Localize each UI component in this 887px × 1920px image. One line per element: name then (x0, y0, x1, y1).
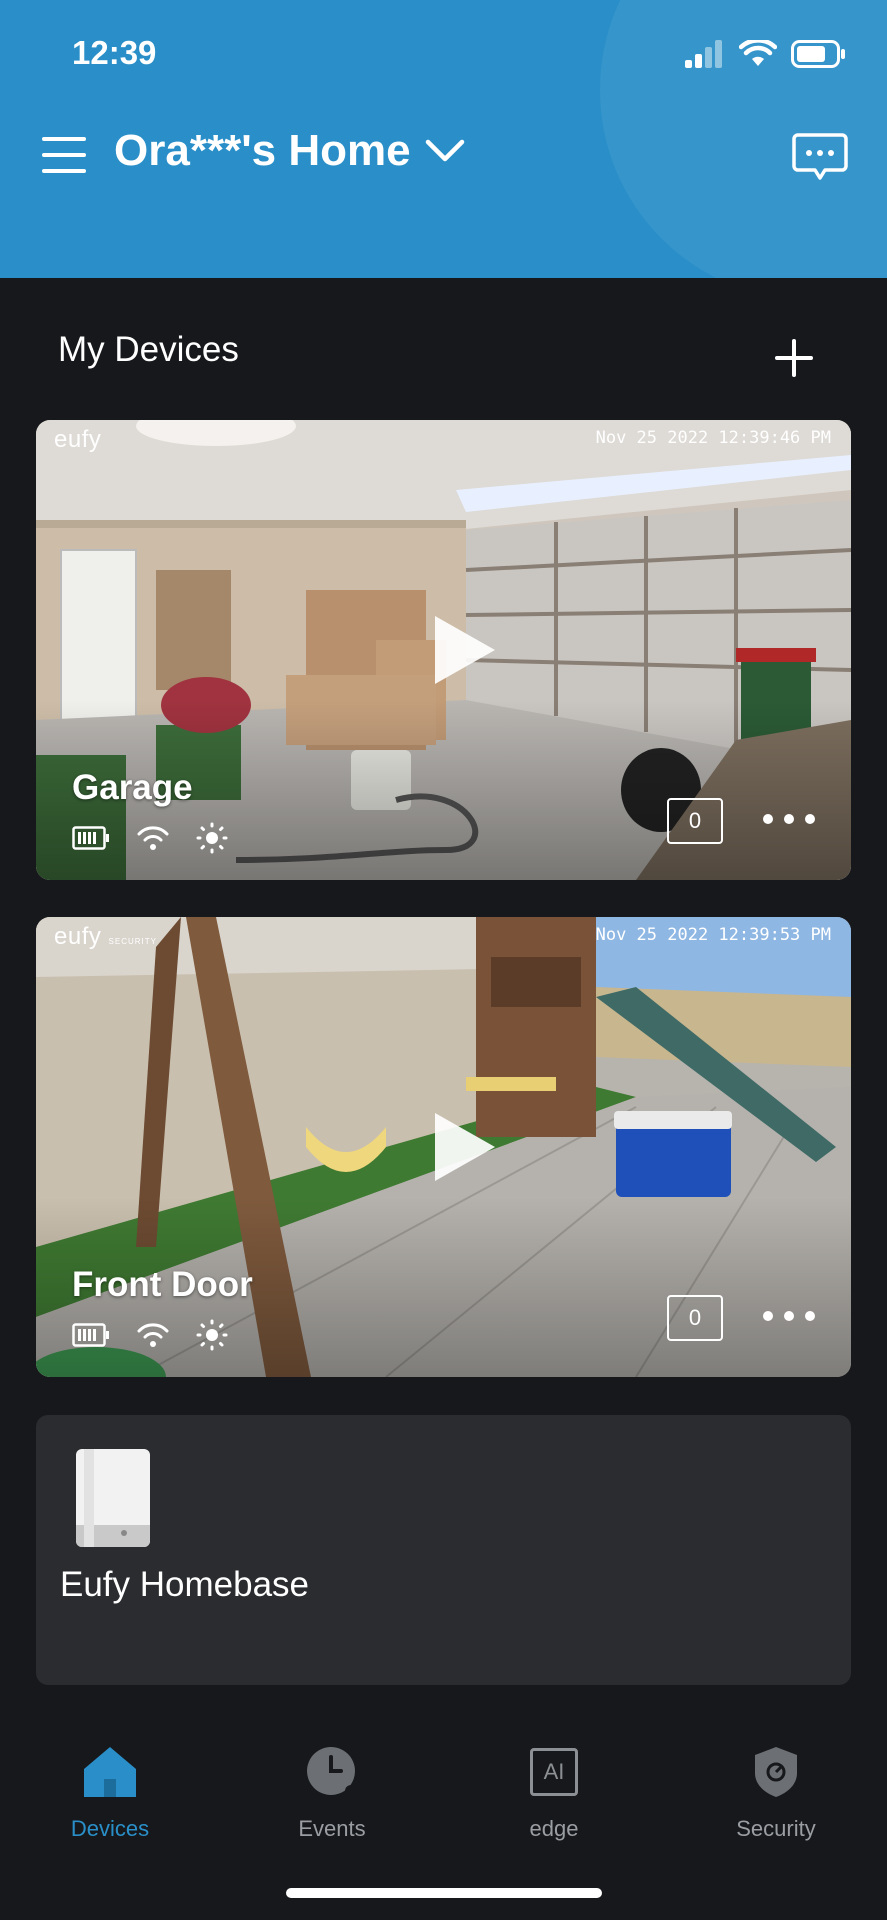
menu-icon[interactable] (42, 135, 86, 175)
nav-security[interactable]: Security (696, 1744, 856, 1842)
clock-icon (302, 1744, 362, 1800)
home-selector[interactable]: Ora***'s Home (114, 126, 465, 176)
brand-sub: SECURITY (108, 937, 157, 946)
brand-name: eufy (54, 923, 102, 950)
add-device-icon[interactable] (772, 336, 816, 380)
camera-timestamp: Nov 25 2022 12:39:53 PM (595, 925, 831, 945)
ai-icon: AI (524, 1744, 584, 1800)
camera-name: Garage (72, 768, 193, 807)
home-title: Ora***'s Home (114, 126, 411, 175)
battery-icon (72, 826, 109, 850)
battery-status-icon (791, 40, 845, 68)
play-icon[interactable] (421, 610, 501, 690)
message-icon[interactable] (792, 132, 848, 184)
nav-events[interactable]: Events (252, 1744, 412, 1842)
ai-icon-text: AI (530, 1748, 578, 1796)
nav-label-devices: Devices (70, 1816, 150, 1841)
homebase-name: Eufy Homebase (60, 1565, 310, 1604)
camera-card-garage[interactable]: eufy Nov 25 2022 12:39:46 PM Garage 0 (36, 420, 851, 880)
play-icon[interactable] (421, 1107, 501, 1187)
camera-card-front-door[interactable]: eufy SECURITY Nov 25 2022 12:39:53 PM Fr… (36, 917, 851, 1377)
more-options-icon[interactable] (763, 812, 815, 826)
nav-label-events: Events (298, 1816, 366, 1841)
home-indicator[interactable] (286, 1888, 602, 1898)
wifi-icon (137, 1323, 169, 1347)
nav-label-security: Security (736, 1816, 816, 1841)
status-icons (685, 40, 847, 68)
nav-edge[interactable]: AI edge (474, 1744, 634, 1842)
more-options-icon[interactable] (763, 1309, 815, 1323)
home-icon (80, 1744, 140, 1800)
camera-name: Front Door (72, 1265, 253, 1304)
event-count-badge[interactable]: 0 (667, 1295, 723, 1341)
status-time: 12:39 (72, 34, 157, 71)
homebase-device-icon (76, 1449, 150, 1547)
app-header: 12:39 Ora***'s Home (0, 0, 887, 278)
nav-label-edge: edge (529, 1816, 579, 1841)
camera-status-icons (72, 822, 228, 854)
shield-icon (746, 1744, 806, 1800)
brightness-icon (196, 822, 228, 854)
nav-devices[interactable]: Devices (30, 1744, 190, 1842)
camera-status-icons (72, 1319, 228, 1351)
homebase-card[interactable]: Eufy Homebase (36, 1415, 851, 1685)
wifi-icon (137, 826, 169, 850)
camera-brand-logo: eufy (54, 426, 102, 453)
camera-brand-logo: eufy SECURITY (54, 923, 157, 951)
battery-icon (72, 1323, 109, 1347)
brightness-icon (196, 1319, 228, 1351)
wifi-status-icon (739, 40, 777, 66)
camera-timestamp: Nov 25 2022 12:39:46 PM (595, 428, 831, 448)
signal-icon (685, 40, 722, 68)
event-count-badge[interactable]: 0 (667, 798, 723, 844)
section-title: My Devices (58, 330, 239, 369)
chevron-down-icon (425, 139, 464, 162)
